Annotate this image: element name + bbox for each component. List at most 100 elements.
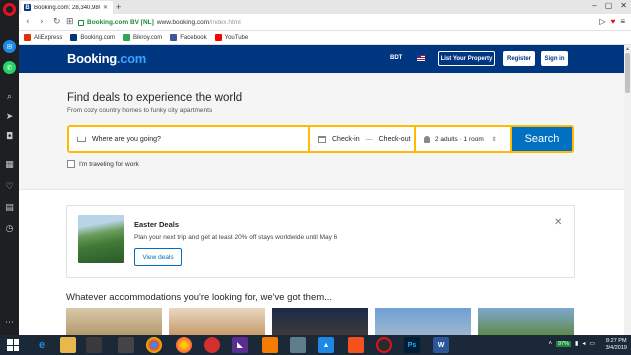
internet-explorer-icon[interactable]: e (34, 337, 50, 353)
word-icon[interactable]: W (433, 337, 449, 353)
messenger-icon[interactable]: ✉ (3, 40, 16, 53)
system-tray: ˄ 97% ▮ ◂ ▭ (548, 340, 595, 347)
bookmark-youtube[interactable]: YouTube (214, 34, 248, 41)
vpn-icon[interactable]: ▷ (599, 17, 605, 26)
vlc-icon[interactable] (262, 337, 278, 353)
close-window-icon[interactable]: ✕ (620, 1, 627, 10)
settings-icon[interactable] (290, 337, 306, 353)
keyboard-icon[interactable]: ▭ (589, 340, 595, 347)
section-title: Whatever accommodations you're looking f… (66, 292, 333, 303)
windows-start-icon[interactable] (7, 339, 19, 351)
media-icon[interactable] (118, 337, 134, 353)
menu-icon[interactable]: ≡ (620, 17, 625, 26)
speed-dial-icon[interactable]: ▦ (3, 158, 16, 171)
calendar-icon (318, 135, 326, 143)
guests-selector[interactable]: 2 adults · 1 room ⇕ (416, 127, 510, 151)
bookmark-heart-icon[interactable]: ♥ (611, 17, 616, 26)
accommodation-resorts-image[interactable] (272, 308, 368, 335)
clock-date: 3/4/2019 (605, 345, 627, 351)
media-player-icon[interactable] (204, 337, 220, 353)
scroll-up-icon[interactable]: ▲ (625, 46, 630, 52)
opera-logo-icon[interactable] (3, 3, 16, 16)
reload-icon[interactable]: ↻ (53, 17, 61, 27)
tab-booking[interactable]: B Booking.com: 28,340,980 ✕ (21, 1, 113, 14)
bookmark-booking[interactable]: Booking.com (70, 34, 115, 41)
opera-taskbar-icon[interactable] (376, 337, 392, 353)
file-explorer-icon[interactable] (60, 337, 76, 353)
back-icon[interactable]: ‹ (26, 17, 30, 27)
battery-indicator[interactable]: 97% (555, 340, 571, 347)
send-icon[interactable]: ➤ (3, 110, 16, 123)
visual-studio-icon[interactable]: ◣ (232, 337, 248, 353)
bookmark-facebook[interactable]: Facebook (170, 34, 207, 41)
inkscape-icon[interactable]: ▲ (318, 337, 334, 353)
bookmarks-bar: AliExpress Booking.com Bikroy.com Facebo… (19, 31, 631, 45)
more-icon[interactable]: ⋯ (3, 316, 16, 329)
taskbar-clock[interactable]: 8:27 PM 3/4/2019 (606, 338, 627, 352)
secure-label: Booking.com BV [NL] (87, 19, 154, 26)
windows-taskbar: e ◣ ▲ Ps W ˄ 97% ▮ ◂ ▭ 8:27 PM 3/4/2019 (0, 335, 631, 355)
check-in-label: Check-in (332, 135, 360, 143)
minimize-icon[interactable]: – (592, 1, 596, 10)
bookmark-aliexpress[interactable]: AliExpress (24, 34, 62, 41)
window-controls: – ▢ ✕ (592, 1, 627, 10)
aliexpress-icon (24, 34, 31, 41)
news-icon[interactable]: ▤ (3, 201, 16, 214)
work-checkbox[interactable] (67, 160, 75, 168)
language-flag-icon[interactable] (417, 55, 425, 61)
lock-icon (78, 19, 84, 26)
page-scrollbar[interactable]: ▲ (624, 45, 631, 335)
address-actions: ▷ ♥ ≡ (599, 17, 625, 26)
whatsapp-icon[interactable]: ✆ (3, 61, 16, 74)
tray-up-icon[interactable]: ˄ (548, 341, 552, 347)
destination-placeholder: Where are you going? (92, 135, 161, 143)
history-icon[interactable]: ◷ (3, 222, 16, 235)
user-icon (424, 135, 430, 143)
app-icon[interactable] (86, 337, 102, 353)
list-property-button[interactable]: List Your Property (438, 51, 495, 66)
new-tab-icon[interactable]: + (116, 2, 121, 12)
booking-logo[interactable]: Booking.com (67, 51, 146, 66)
hero-title: Find deals to experience the world (67, 92, 243, 104)
travel-for-work[interactable]: I'm traveling for work (67, 160, 139, 168)
forward-icon[interactable]: › (40, 17, 44, 27)
currency-selector[interactable]: BDT (390, 55, 402, 61)
accommodation-apartments-image[interactable] (169, 308, 265, 335)
scroll-thumb[interactable] (625, 53, 630, 93)
accommodation-cabins-image[interactable] (478, 308, 574, 335)
check-out-label: Check-out (378, 135, 411, 143)
close-icon[interactable]: ✕ (554, 217, 562, 228)
search-box: Where are you going? Check-in — Check-ou… (67, 125, 574, 153)
view-deals-button[interactable]: View deals (134, 248, 182, 266)
guests-label: 2 adults · 1 room (435, 135, 484, 143)
site-header: Booking.com BDT List Your Property Regis… (19, 45, 624, 73)
maximize-icon[interactable]: ▢ (605, 1, 613, 10)
sign-in-button[interactable]: Sign in (541, 51, 568, 66)
hero-section: Find deals to experience the world From … (19, 73, 624, 190)
url-domain: www.booking.com (156, 19, 210, 26)
booking-favicon-icon: B (24, 4, 31, 11)
tab-bar: B Booking.com: 28,340,980 ✕ + – ▢ ✕ (19, 0, 631, 14)
facebook-icon (170, 34, 178, 41)
photoshop-icon[interactable]: Ps (404, 337, 420, 353)
network-icon[interactable]: ▮ (575, 340, 578, 347)
hero-subtitle: From cozy country homes to funky city ap… (67, 107, 213, 114)
tab-close-icon[interactable]: ✕ (103, 4, 108, 11)
url-field[interactable]: Booking.com BV [NL] www.booking.com/inde… (78, 17, 598, 28)
chrome-icon[interactable] (146, 337, 162, 353)
camera-icon[interactable]: ◘ (3, 130, 16, 143)
accommodation-hotels-image[interactable] (66, 308, 162, 335)
date-picker[interactable]: Check-in — Check-out (310, 127, 414, 151)
tab-title: Booking.com: 28,340,980 (34, 4, 100, 11)
heart-icon[interactable]: ♡ (3, 180, 16, 193)
firefox-icon[interactable] (176, 337, 192, 353)
bookmark-bikroy[interactable]: Bikroy.com (123, 34, 162, 41)
destination-input[interactable]: Where are you going? (69, 127, 308, 151)
volume-icon[interactable]: ◂ (582, 340, 585, 347)
search-button[interactable]: Search (512, 127, 572, 151)
app-orange-icon[interactable] (348, 337, 364, 353)
search-icon[interactable]: ⌕ (3, 90, 16, 103)
accommodation-villas-image[interactable] (375, 308, 471, 335)
register-button[interactable]: Register (503, 51, 535, 66)
tabs-grid-icon[interactable]: ⊞ (66, 17, 74, 27)
